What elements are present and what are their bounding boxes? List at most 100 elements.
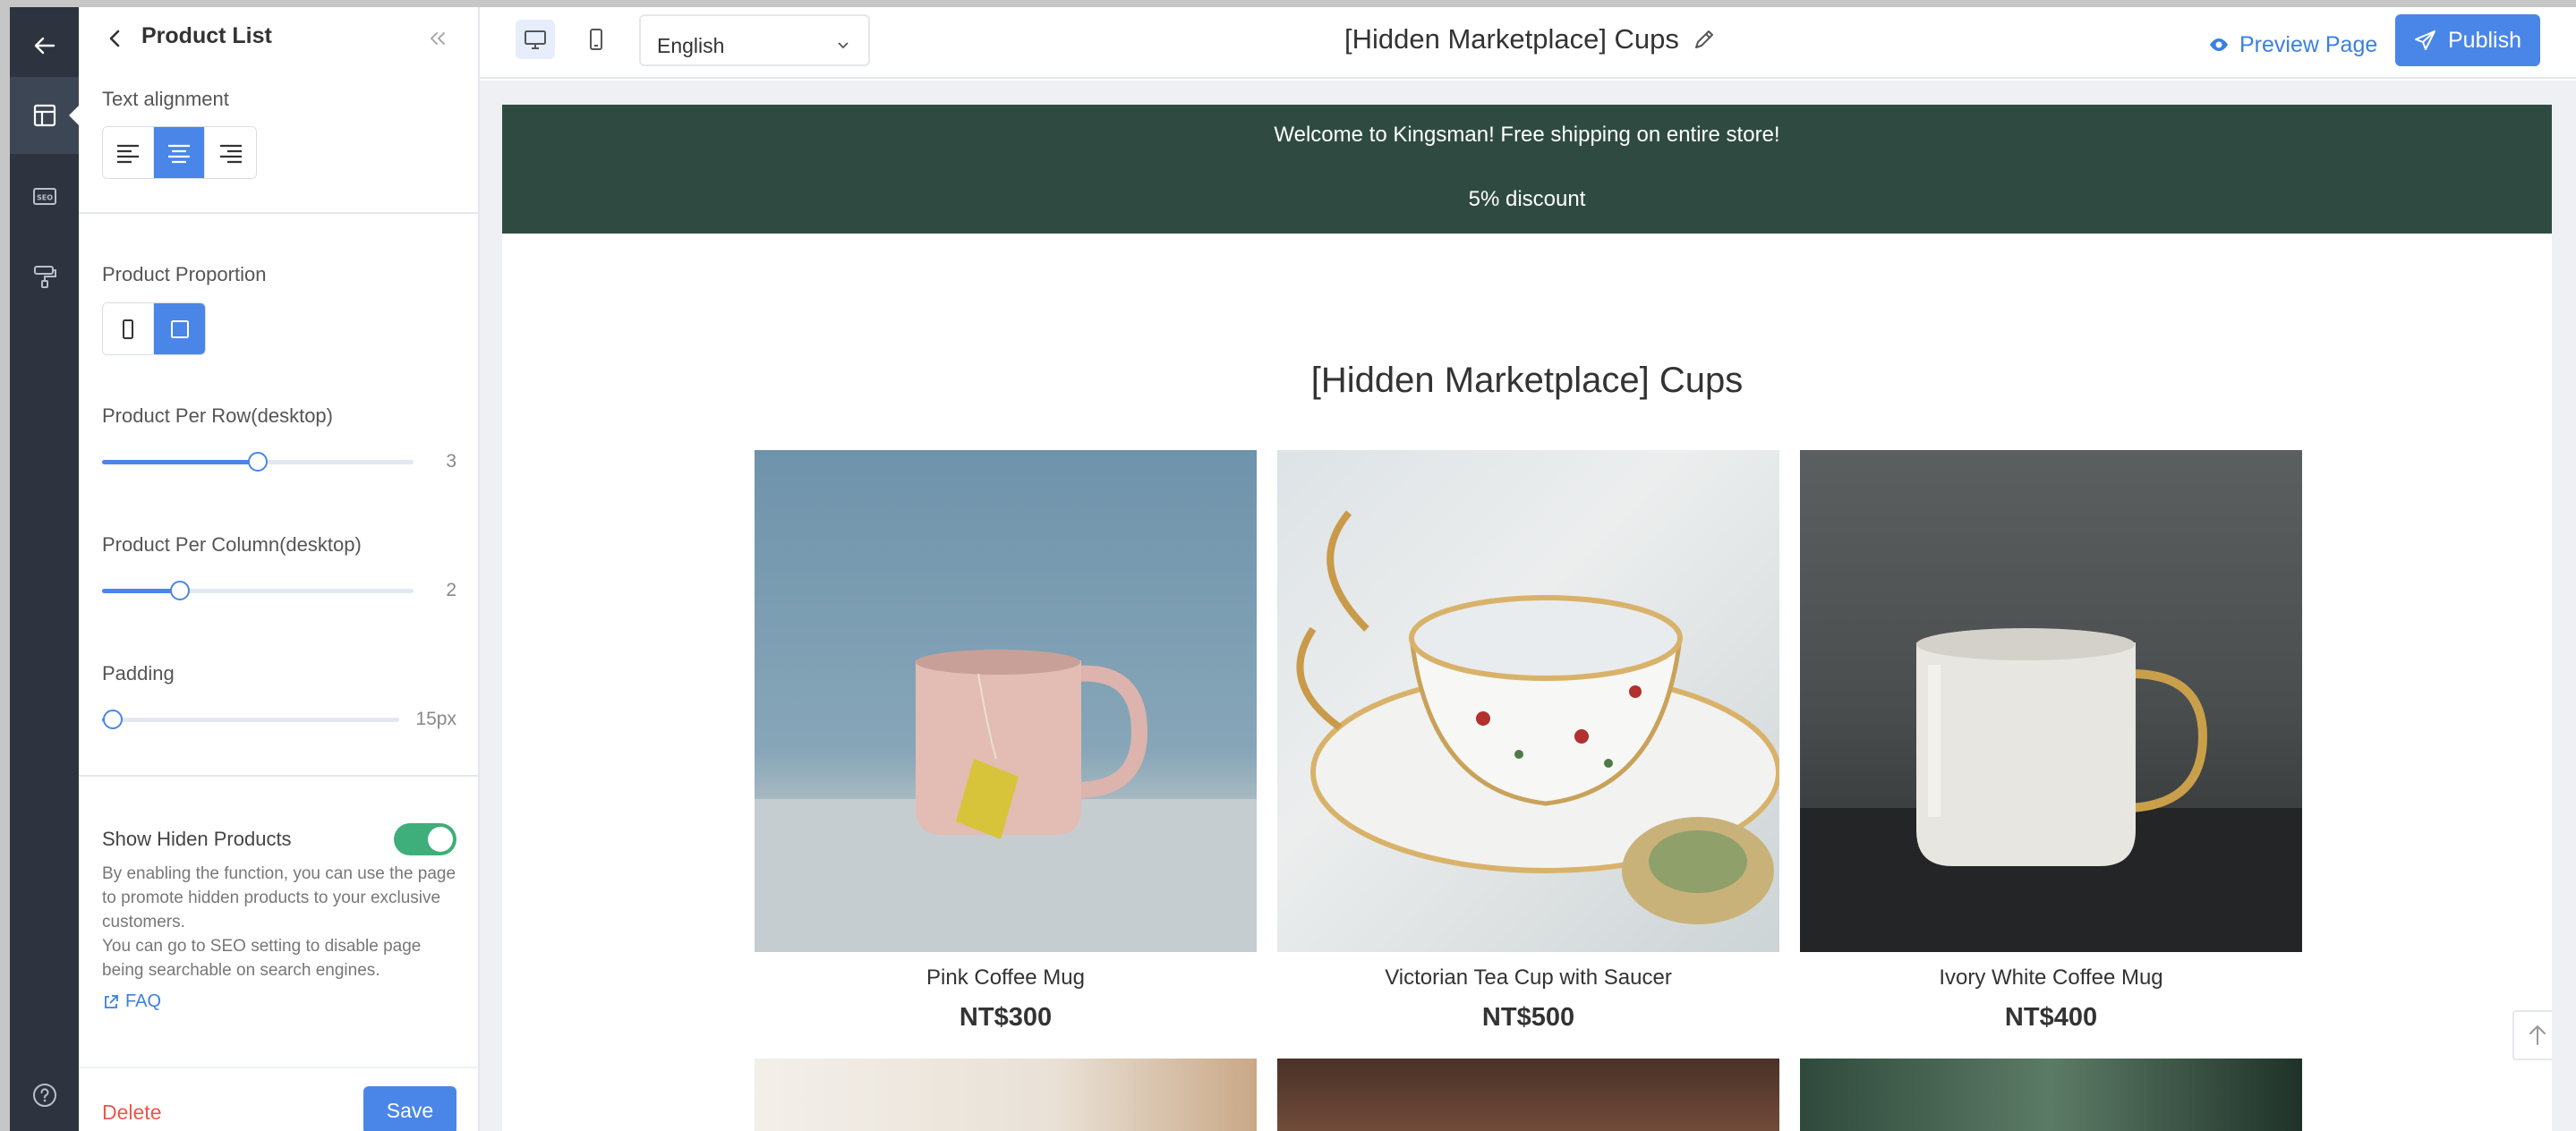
settings-panel: Product List Text alignment Product Prop… [79, 7, 480, 1131]
slider-fill [102, 460, 258, 464]
product-image-row2[interactable] [1800, 1059, 2302, 1131]
show-hidden-toggle[interactable] [394, 823, 456, 855]
delete-button[interactable]: Delete [102, 1101, 161, 1125]
icon-rail: SEO [10, 7, 80, 1131]
per-column-value: 2 [446, 580, 456, 600]
page-title-text: [Hidden Marketplace] Cups [1344, 23, 1679, 55]
per-row-slider[interactable] [102, 452, 414, 472]
product-name[interactable]: Victorian Tea Cup with Saucer [1277, 965, 1779, 991]
align-right-button[interactable] [205, 127, 256, 178]
editor-top-bar: English [Hidden Marketplace] Cups Previe… [480, 7, 2576, 79]
toggle-knob [428, 827, 453, 852]
pink-mug-illustration [755, 650, 1257, 952]
svg-text:SEO: SEO [36, 194, 52, 202]
seo-icon: SEO [32, 188, 56, 205]
layout-icon [33, 104, 55, 127]
per-row-value: 3 [446, 451, 456, 472]
section-divider [79, 775, 478, 777]
show-hidden-help-text: By enabling the function, you can use th… [102, 862, 460, 982]
external-link-icon [105, 994, 118, 1008]
help-icon [32, 1084, 56, 1107]
preview-canvas: Welcome to Kingsman! Free shipping on en… [480, 81, 2576, 1131]
slider-thumb[interactable] [103, 710, 123, 729]
show-hidden-label: Show Hiden Products [102, 828, 292, 850]
window-left-edge [0, 0, 10, 1131]
product-price: NT$500 [1481, 1003, 1575, 1032]
product-name[interactable]: Ivory White Coffee Mug [1800, 965, 2302, 991]
chevron-down-icon [838, 42, 849, 49]
ivory-mug-illustration [1800, 628, 2302, 952]
slider-fill [102, 589, 180, 593]
padding-label: Padding [102, 662, 175, 685]
arrow-left-icon [34, 37, 55, 55]
padding-value: 15px [415, 709, 456, 729]
per-column-label: Product Per Column(desktop) [102, 533, 362, 556]
align-left-button[interactable] [103, 127, 154, 178]
align-center-icon [168, 144, 190, 163]
help-line-1: By enabling the function, you can use th… [102, 864, 456, 931]
rail-design-button[interactable] [10, 238, 79, 315]
publish-label: Publish [2448, 27, 2521, 53]
slider-track [102, 718, 399, 722]
rail-back-button[interactable] [10, 7, 79, 84]
mobile-icon [590, 29, 602, 50]
panel-title: Product List [141, 23, 272, 48]
help-line-2: You can go to SEO setting to disable pag… [102, 937, 422, 980]
publish-button[interactable]: Publish [2395, 14, 2540, 66]
faq-link[interactable]: FAQ [102, 991, 161, 1012]
announcement-line-2: 5% discount [1468, 187, 1586, 211]
portrait-rect-icon [123, 319, 133, 339]
product-name[interactable]: Pink Coffee Mug [755, 965, 1257, 991]
product-image[interactable] [1277, 450, 1779, 952]
product-image[interactable] [755, 450, 1257, 952]
rail-layout-button[interactable] [10, 77, 80, 154]
double-chevron-left-icon[interactable] [426, 27, 449, 50]
back-to-top-button[interactable] [2512, 1010, 2552, 1060]
announcement-bar: Welcome to Kingsman! Free shipping on en… [502, 105, 2552, 234]
align-right-icon [219, 144, 242, 163]
square-icon [170, 319, 189, 338]
product-proportion-control [102, 302, 206, 355]
panel-footer: Delete Save [79, 1067, 478, 1131]
align-center-button[interactable] [154, 127, 205, 178]
desktop-icon [525, 30, 546, 49]
tea-cup-illustration [1296, 510, 1779, 924]
store-page: Welcome to Kingsman! Free shipping on en… [502, 105, 2552, 1131]
product-image-row2[interactable] [755, 1059, 1257, 1131]
page-title: [Hidden Marketplace] Cups [1344, 23, 1717, 55]
language-value: English [657, 34, 725, 57]
per-column-slider[interactable] [102, 581, 414, 600]
preview-label: Preview Page [2239, 31, 2378, 57]
mobile-view-button[interactable] [576, 20, 616, 59]
arrow-up-icon [2529, 1025, 2546, 1045]
proportion-portrait-button[interactable] [103, 303, 154, 354]
product-price: NT$400 [2004, 1003, 2098, 1032]
language-select[interactable]: English [639, 14, 870, 66]
pencil-icon[interactable] [1692, 27, 1717, 52]
desktop-view-button[interactable] [516, 20, 555, 59]
slider-thumb[interactable] [170, 581, 190, 600]
text-alignment-control [102, 126, 257, 179]
section-divider [79, 212, 478, 214]
product-price: NT$300 [959, 1003, 1053, 1032]
preview-page-button[interactable]: Preview Page [2209, 23, 2377, 66]
chevron-left-icon[interactable] [102, 25, 129, 52]
rail-seo-button[interactable]: SEO [10, 157, 79, 234]
product-image[interactable] [1800, 450, 2302, 952]
announcement-line-1: Welcome to Kingsman! Free shipping on en… [1274, 123, 1780, 147]
product-list-title: [Hidden Marketplace] Cups [1310, 361, 1744, 400]
faq-label: FAQ [125, 991, 162, 1011]
save-button[interactable]: Save [363, 1086, 456, 1131]
product-image-row2[interactable] [1277, 1059, 1779, 1131]
padding-slider[interactable] [102, 710, 399, 729]
per-row-label: Product Per Row(desktop) [102, 404, 333, 427]
rail-help-button[interactable] [10, 1067, 79, 1124]
slider-thumb[interactable] [248, 452, 268, 472]
eye-icon [2210, 38, 2228, 51]
align-left-icon [117, 144, 139, 163]
panel-header: Product List [79, 7, 478, 70]
paper-plane-icon [2415, 30, 2435, 50]
product-proportion-label: Product Proportion [102, 263, 267, 285]
paint-roller-icon [33, 266, 56, 288]
proportion-square-button[interactable] [154, 303, 205, 354]
